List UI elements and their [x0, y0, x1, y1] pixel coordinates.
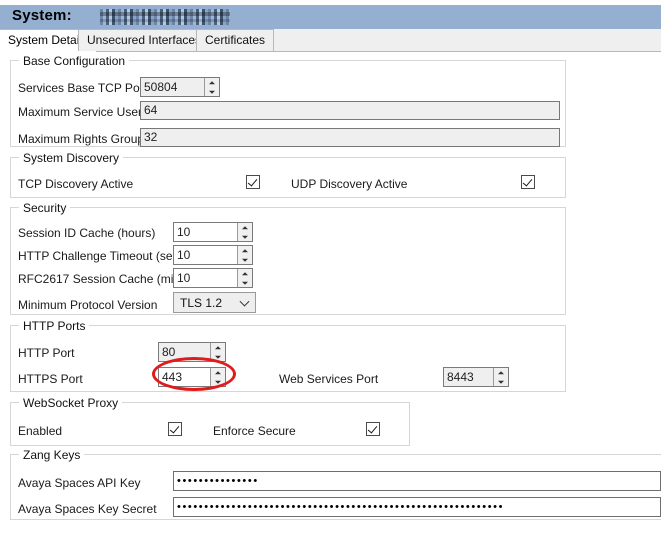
services-base-tcp-port-spinner-buttons[interactable]: [204, 78, 219, 96]
input-https-port[interactable]: 443: [158, 367, 226, 387]
group-title-zang-keys: Zang Keys: [19, 448, 85, 462]
checkbox-udp-discovery-active[interactable]: [521, 175, 535, 189]
checkbox-websocket-enabled[interactable]: [168, 422, 182, 436]
session-id-cache-value: 10: [174, 223, 237, 241]
services-base-tcp-port-value: 50804: [141, 78, 204, 96]
spinner-down-icon[interactable]: [494, 377, 508, 386]
spinner-up-icon[interactable]: [205, 78, 219, 87]
label-rfc2617-session-cache: RFC2617 Session Cache (mins): [18, 272, 191, 286]
checkbox-tcp-discovery-active[interactable]: [246, 175, 260, 189]
label-minimum-protocol-version: Minimum Protocol Version: [18, 298, 158, 312]
spinner-down-icon[interactable]: [211, 352, 225, 361]
label-https-port: HTTPS Port: [18, 372, 83, 386]
input-avaya-spaces-key-secret[interactable]: ••••••••••••••••••••••••••••••••••••••••…: [173, 497, 661, 517]
tabstrip: System Details Unsecured Interfaces Cert…: [0, 29, 661, 52]
page-title: System:: [12, 7, 72, 24]
group-title-system-discovery: System Discovery: [19, 151, 124, 165]
spinner-down-icon[interactable]: [238, 278, 252, 287]
group-title-base-configuration: Base Configuration: [19, 54, 130, 68]
spinner-down-icon[interactable]: [205, 87, 219, 96]
web-services-port-spinner-buttons[interactable]: [493, 368, 508, 386]
https-port-value: 443: [159, 368, 210, 386]
group-title-http-ports: HTTP Ports: [19, 319, 90, 333]
rfc2617-session-cache-value: 10: [174, 269, 237, 287]
select-minimum-protocol-version[interactable]: TLS 1.2: [173, 292, 256, 313]
spinner-down-icon[interactable]: [211, 377, 225, 386]
web-services-port-value: 8443: [444, 368, 493, 386]
group-title-security: Security: [19, 201, 71, 215]
spinner-up-icon[interactable]: [238, 269, 252, 278]
label-session-id-cache: Session ID Cache (hours): [18, 226, 156, 240]
label-web-services-port: Web Services Port: [279, 372, 379, 386]
input-http-challenge-timeout[interactable]: 10: [173, 245, 253, 265]
http-port-value: 80: [159, 343, 210, 361]
spinner-up-icon[interactable]: [238, 223, 252, 232]
label-http-challenge-timeout: HTTP Challenge Timeout (sec): [18, 249, 183, 263]
input-maximum-rights-groups[interactable]: 32: [140, 128, 560, 147]
label-services-base-tcp-port: Services Base TCP Port: [18, 81, 147, 95]
label-avaya-spaces-key-secret: Avaya Spaces Key Secret: [18, 502, 157, 516]
system-name-redacted: [100, 9, 230, 25]
https-port-spinner-buttons[interactable]: [210, 368, 225, 386]
input-web-services-port[interactable]: 8443: [443, 367, 509, 387]
system-details-window: System: System Details Unsecured Interfa…: [0, 0, 661, 536]
label-maximum-service-users: Maximum Service Users: [18, 105, 149, 119]
session-id-cache-spinner-buttons[interactable]: [237, 223, 252, 241]
rfc2617-session-cache-spinner-buttons[interactable]: [237, 269, 252, 287]
spinner-down-icon[interactable]: [238, 232, 252, 241]
http-challenge-timeout-spinner-buttons[interactable]: [237, 246, 252, 264]
checkbox-enforce-secure[interactable]: [366, 422, 380, 436]
input-avaya-spaces-api-key[interactable]: •••••••••••••••: [173, 471, 661, 491]
label-http-port: HTTP Port: [18, 346, 75, 360]
label-udp-discovery-active: UDP Discovery Active: [291, 177, 408, 191]
label-websocket-enabled: Enabled: [18, 424, 63, 438]
tab-unsecured-interfaces[interactable]: Unsecured Interfaces: [78, 29, 211, 51]
input-http-port[interactable]: 80: [158, 342, 226, 362]
group-title-websocket-proxy: WebSocket Proxy: [19, 396, 123, 410]
spinner-up-icon[interactable]: [494, 368, 508, 377]
group-websocket-proxy: WebSocket Proxy: [10, 396, 410, 446]
spinner-up-icon[interactable]: [211, 368, 225, 377]
input-maximum-service-users[interactable]: 64: [140, 101, 560, 120]
label-avaya-spaces-api-key: Avaya Spaces API Key: [18, 476, 141, 490]
http-port-spinner-buttons[interactable]: [210, 343, 225, 361]
spinner-down-icon[interactable]: [238, 255, 252, 264]
label-tcp-discovery-active: TCP Discovery Active: [18, 177, 134, 191]
spinner-up-icon[interactable]: [211, 343, 225, 352]
minimum-protocol-version-value: TLS 1.2: [180, 295, 223, 310]
http-challenge-timeout-value: 10: [174, 246, 237, 264]
input-services-base-tcp-port[interactable]: 50804: [140, 77, 220, 97]
input-session-id-cache[interactable]: 10: [173, 222, 253, 242]
label-enforce-secure: Enforce Secure: [213, 424, 296, 438]
system-details-form: Base Configuration Services Base TCP Por…: [0, 52, 661, 536]
spinner-up-icon[interactable]: [238, 246, 252, 255]
tab-certificates[interactable]: Certificates: [196, 29, 275, 51]
input-rfc2617-session-cache[interactable]: 10: [173, 268, 253, 288]
chevron-down-icon: [239, 296, 250, 307]
label-maximum-rights-groups: Maximum Rights Groups: [18, 132, 151, 146]
